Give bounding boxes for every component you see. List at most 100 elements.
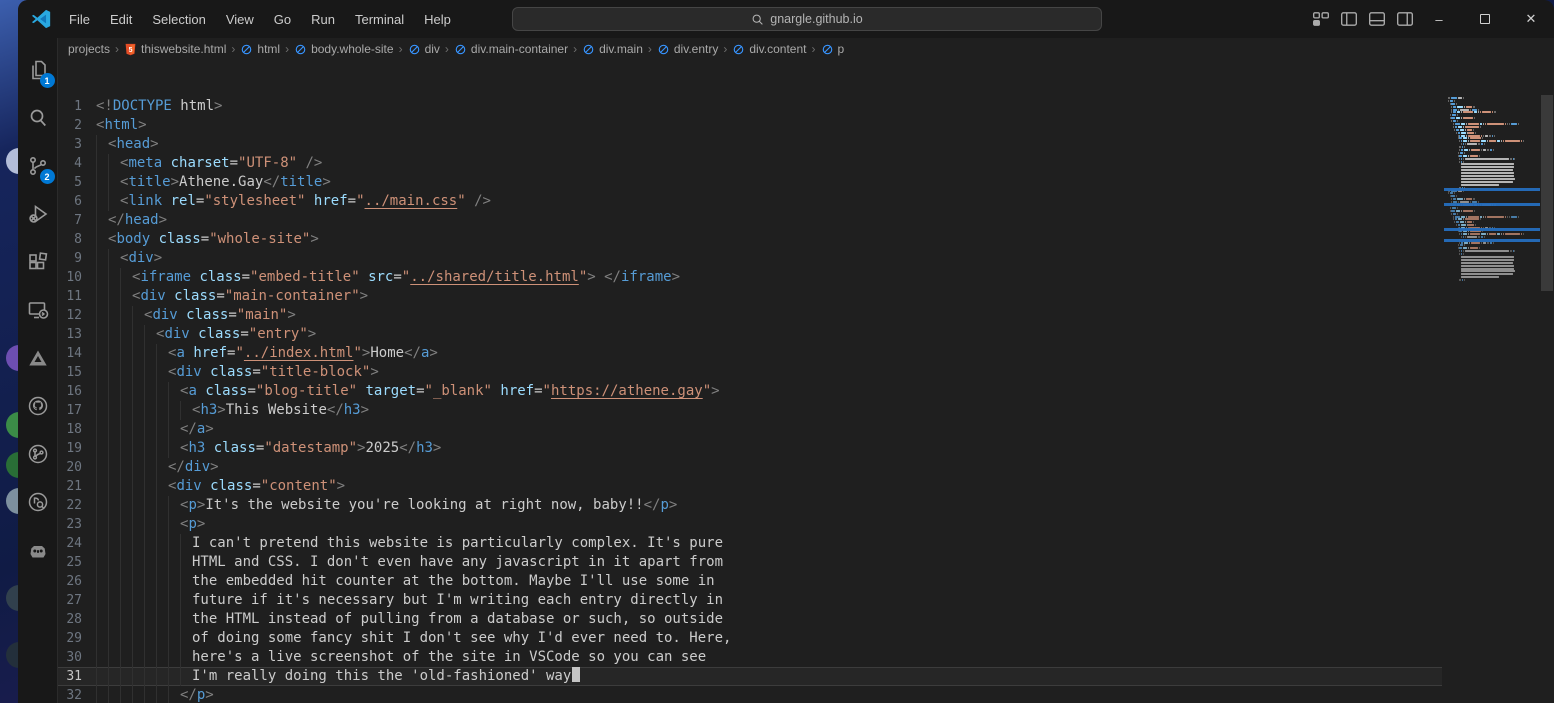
menu-item-selection[interactable]: Selection	[143, 8, 214, 31]
extensions-icon[interactable]	[18, 238, 58, 286]
code-line-9[interactable]: 9<div>	[58, 249, 1442, 268]
gitlens-icon[interactable]	[18, 478, 58, 526]
code-line-text: here's a live screenshot of the site in …	[96, 648, 1442, 667]
code-line-13[interactable]: 13<div class="entry">	[58, 325, 1442, 344]
code-line-4[interactable]: 4<meta charset="UTF-8" />	[58, 154, 1442, 173]
code-line-26[interactable]: 26the embedded hit counter at the bottom…	[58, 572, 1442, 591]
minimize-button[interactable]: –	[1416, 0, 1462, 38]
vscode-window: FileEditSelectionViewGoRunTerminalHelp ←…	[18, 0, 1554, 703]
maximize-button[interactable]	[1462, 0, 1508, 38]
menu-item-go[interactable]: Go	[265, 8, 300, 31]
code-line-1[interactable]: 1<!DOCTYPE html>	[58, 97, 1442, 116]
code-lines: 1<!DOCTYPE html>2<html>3<head>4<meta cha…	[58, 97, 1442, 703]
toggle-secondary-sidebar-icon[interactable]	[1396, 10, 1414, 28]
menu-item-run[interactable]: Run	[302, 8, 344, 31]
source-control-icon[interactable]: 2	[18, 142, 58, 190]
code-line-17[interactable]: 17<h3>This Website</h3>	[58, 401, 1442, 420]
github-icon[interactable]	[18, 382, 58, 430]
toggle-panel-icon[interactable]	[1368, 10, 1386, 28]
code-line-16[interactable]: 16<a class="blog-title" target="_blank" …	[58, 382, 1442, 401]
breadcrumb-p[interactable]: p	[821, 42, 845, 56]
title-bar: FileEditSelectionViewGoRunTerminalHelp ←…	[18, 0, 1554, 38]
code-line-5[interactable]: 5<title>Athene.Gay</title>	[58, 173, 1442, 192]
breadcrumb-div.main[interactable]: div.main	[582, 42, 643, 56]
code-line-18[interactable]: 18</a>	[58, 420, 1442, 439]
scrollbar-slider[interactable]	[1541, 95, 1553, 291]
triangle-extension-icon[interactable]	[18, 334, 58, 382]
breadcrumb-div.entry[interactable]: div.entry	[657, 42, 718, 56]
line-number: 5	[58, 173, 96, 192]
explorer-icon[interactable]: 1	[18, 46, 58, 94]
symbol-element-icon	[294, 43, 307, 56]
code-line-10[interactable]: 10<iframe class="embed-title" src="../sh…	[58, 268, 1442, 287]
line-number: 15	[58, 363, 96, 382]
godot-icon[interactable]	[18, 526, 58, 574]
line-number: 8	[58, 230, 96, 249]
git-graph-icon[interactable]	[18, 430, 58, 478]
code-line-11[interactable]: 11<div class="main-container">	[58, 287, 1442, 306]
code-line-text: <head>	[96, 135, 1442, 154]
breadcrumb-div.content[interactable]: div.content	[732, 42, 806, 56]
symbol-element-icon	[732, 43, 745, 56]
code-line-24[interactable]: 24I can't pretend this website is partic…	[58, 534, 1442, 553]
menu-item-edit[interactable]: Edit	[101, 8, 141, 31]
line-number: 14	[58, 344, 96, 363]
line-number: 17	[58, 401, 96, 420]
symbol-element-icon	[582, 43, 595, 56]
window-controls: –✕	[1416, 0, 1554, 38]
breadcrumb-div[interactable]: div	[408, 42, 440, 56]
code-line-text: <div class="title-block">	[96, 363, 1442, 382]
code-line-32[interactable]: 32</p>	[58, 686, 1442, 703]
breadcrumb-separator-icon: ›	[723, 42, 727, 56]
customize-layout-icon[interactable]	[1312, 10, 1330, 28]
breadcrumb-body.whole-site[interactable]: body.whole-site	[294, 42, 394, 56]
code-line-27[interactable]: 27future if it's necessary but I'm writi…	[58, 591, 1442, 610]
menu-item-help[interactable]: Help	[415, 8, 460, 31]
code-line-12[interactable]: 12<div class="main">	[58, 306, 1442, 325]
code-line-15[interactable]: 15<div class="title-block">	[58, 363, 1442, 382]
run-debug-icon[interactable]	[18, 190, 58, 238]
code-line-19[interactable]: 19<h3 class="datestamp">2025</h3>	[58, 439, 1442, 458]
code-line-22[interactable]: 22<p>It's the website you're looking at …	[58, 496, 1442, 515]
close-button[interactable]: ✕	[1508, 0, 1554, 38]
line-number: 10	[58, 268, 96, 287]
code-line-20[interactable]: 20</div>	[58, 458, 1442, 477]
code-line-8[interactable]: 8<body class="whole-site">	[58, 230, 1442, 249]
code-line-text: <html>	[96, 116, 1442, 135]
vscode-logo-icon	[30, 8, 52, 30]
menu-item-terminal[interactable]: Terminal	[346, 8, 413, 31]
breadcrumb-html[interactable]: html	[240, 42, 280, 56]
code-line-3[interactable]: 3<head>	[58, 135, 1442, 154]
symbol-element-icon	[408, 43, 421, 56]
breadcrumb-root[interactable]: projects	[68, 42, 110, 56]
code-line-text: <p>It's the website you're looking at ri…	[96, 496, 1442, 515]
code-line-29[interactable]: 29of doing some fancy shit I don't see w…	[58, 629, 1442, 648]
code-line-25[interactable]: 25HTML and CSS. I don't even have any ja…	[58, 553, 1442, 572]
code-line-30[interactable]: 30here's a live screenshot of the site i…	[58, 648, 1442, 667]
code-editor[interactable]: 1<!DOCTYPE html>2<html>3<head>4<meta cha…	[58, 95, 1554, 703]
menu-item-view[interactable]: View	[217, 8, 263, 31]
minimap[interactable]	[1444, 95, 1540, 703]
breadcrumb-file[interactable]: 5thiswebsite.html	[124, 42, 226, 56]
command-center-search[interactable]: gnargle.github.io	[512, 7, 1102, 31]
code-line-text: <meta charset="UTF-8" />	[96, 154, 1442, 173]
symbol-element-icon	[240, 43, 253, 56]
toggle-primary-sidebar-icon[interactable]	[1340, 10, 1358, 28]
search-icon[interactable]	[18, 94, 58, 142]
source-control-badge: 2	[40, 169, 55, 184]
code-line-text: <div class="main-container">	[96, 287, 1442, 306]
vertical-scrollbar[interactable]	[1540, 95, 1554, 703]
code-line-31[interactable]: 31I'm really doing this the 'old-fashion…	[58, 667, 1442, 686]
code-line-21[interactable]: 21<div class="content">	[58, 477, 1442, 496]
menu-item-file[interactable]: File	[60, 8, 99, 31]
breadcrumb-separator-icon: ›	[812, 42, 816, 56]
remote-explorer-icon[interactable]	[18, 286, 58, 334]
breadcrumb-div.main-container[interactable]: div.main-container	[454, 42, 568, 56]
code-line-28[interactable]: 28the HTML instead of pulling from a dat…	[58, 610, 1442, 629]
code-line-14[interactable]: 14<a href="../index.html">Home</a>	[58, 344, 1442, 363]
line-number: 30	[58, 648, 96, 667]
code-line-6[interactable]: 6<link rel="stylesheet" href="../main.cs…	[58, 192, 1442, 211]
code-line-2[interactable]: 2<html>	[58, 116, 1442, 135]
code-line-23[interactable]: 23<p>	[58, 515, 1442, 534]
code-line-7[interactable]: 7</head>	[58, 211, 1442, 230]
